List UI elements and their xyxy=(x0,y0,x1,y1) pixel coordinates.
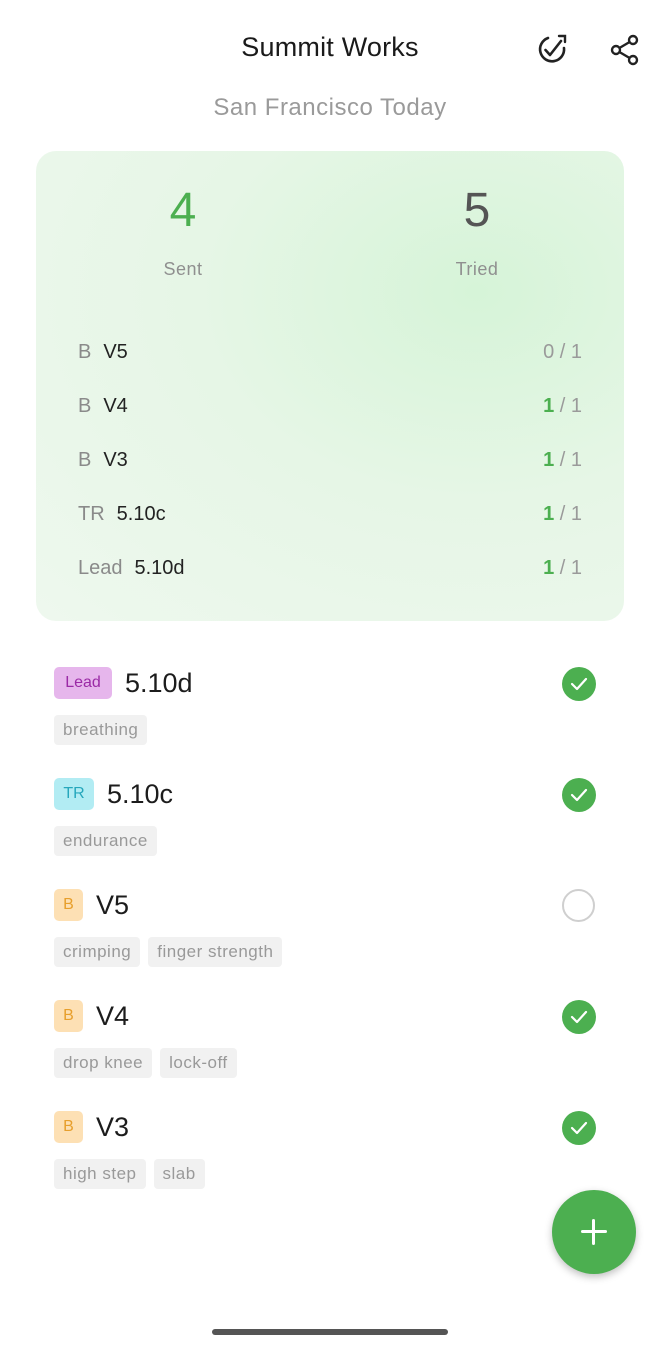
sent-check-icon[interactable] xyxy=(562,1000,596,1034)
tag-chip: slab xyxy=(153,1159,205,1189)
tag-list: crimping finger strength xyxy=(54,937,283,967)
send-ratio: 0 / 1 xyxy=(543,337,582,367)
tag-list: drop knee lock-off xyxy=(54,1048,237,1078)
sent-check-icon[interactable] xyxy=(562,778,596,812)
grade-label: 5.10d xyxy=(134,557,185,579)
climb-item[interactable]: B V4 drop knee lock-off xyxy=(54,1000,614,1100)
tag-list: breathing xyxy=(54,715,148,745)
send-ratio: 1 / 1 xyxy=(543,445,582,475)
grade-summary-row: Lead 5.10d 1 / 1 xyxy=(78,553,582,583)
grade-summary-row: B V3 1 / 1 xyxy=(78,445,582,475)
grade-label: 5.10c xyxy=(116,503,166,525)
tag-chip: breathing xyxy=(54,715,148,745)
share-icon[interactable] xyxy=(606,32,642,68)
grade-summary-row: B V5 0 / 1 xyxy=(78,337,582,367)
climb-grade: V4 xyxy=(96,1001,130,1031)
send-ratio: 1 / 1 xyxy=(543,391,582,421)
app-header: Summit Works San Francisco Today xyxy=(0,0,660,140)
tag-list: high step slab xyxy=(54,1159,205,1189)
tried-count: 5 xyxy=(463,184,491,237)
discipline-label: B xyxy=(78,395,92,417)
sent-count: 1 xyxy=(543,557,555,579)
tag-list: endurance xyxy=(54,826,157,856)
grade-summary-row: B V4 1 / 1 xyxy=(78,391,582,421)
boulder-badge: B xyxy=(54,1000,83,1032)
session-summary-card: 4 Sent 5 Tried B V5 0 / 1 B V4 1 / 1 B V3 1… xyxy=(36,151,624,621)
tag-chip: endurance xyxy=(54,826,157,856)
climb-grade: 5.10d xyxy=(125,668,193,698)
tried-stat: 5 Tried xyxy=(377,181,577,280)
unsent-circle-icon[interactable] xyxy=(562,889,595,922)
add-climb-button[interactable] xyxy=(552,1190,636,1274)
lead-badge: Lead xyxy=(54,667,112,699)
tag-chip: high step xyxy=(54,1159,146,1189)
total-count: / 1 xyxy=(559,341,582,363)
page-subtitle: San Francisco Today xyxy=(213,94,447,121)
climb-item[interactable]: Lead 5.10d breathing xyxy=(54,667,614,767)
boulder-badge: B xyxy=(54,1111,83,1143)
discipline-label: TR xyxy=(78,503,105,525)
grade-label: V5 xyxy=(103,341,128,363)
sent-count: 1 xyxy=(543,503,555,525)
sent-count: 4 xyxy=(169,184,197,237)
send-ratio: 1 / 1 xyxy=(543,499,582,529)
total-count: / 1 xyxy=(559,557,582,579)
sent-count: 1 xyxy=(543,449,555,471)
climb-grade: V5 xyxy=(96,890,130,920)
climb-grade: V3 xyxy=(96,1112,130,1142)
goal-check-icon[interactable] xyxy=(534,32,570,68)
climb-item[interactable]: B V3 high step slab xyxy=(54,1111,614,1211)
total-count: / 1 xyxy=(559,503,582,525)
grade-summary-row: TR 5.10c 1 / 1 xyxy=(78,499,582,529)
discipline-label: Lead xyxy=(78,557,123,579)
sent-check-icon[interactable] xyxy=(562,1111,596,1145)
tag-chip: drop knee xyxy=(54,1048,153,1078)
tr-badge: TR xyxy=(54,778,94,810)
total-count: / 1 xyxy=(559,449,582,471)
tag-chip: crimping xyxy=(54,937,141,967)
sent-count: 1 xyxy=(543,395,555,417)
home-indicator[interactable] xyxy=(212,1329,448,1335)
tag-chip: finger strength xyxy=(148,937,283,967)
sent-stat: 4 Sent xyxy=(83,181,283,280)
total-count: / 1 xyxy=(559,395,582,417)
sent-count: 0 xyxy=(543,341,555,363)
discipline-label: B xyxy=(78,341,92,363)
sent-label: Sent xyxy=(163,259,203,279)
climb-item[interactable]: B V5 crimping finger strength xyxy=(54,889,614,989)
sent-check-icon[interactable] xyxy=(562,667,596,701)
climb-grade: 5.10c xyxy=(107,779,174,809)
grade-label: V4 xyxy=(103,395,128,417)
tag-chip: lock-off xyxy=(160,1048,237,1078)
tried-label: Tried xyxy=(455,259,499,279)
discipline-label: B xyxy=(78,449,92,471)
boulder-badge: B xyxy=(54,889,83,921)
climb-item[interactable]: TR 5.10c endurance xyxy=(54,778,614,878)
grade-label: V3 xyxy=(103,449,128,471)
send-ratio: 1 / 1 xyxy=(543,553,582,583)
